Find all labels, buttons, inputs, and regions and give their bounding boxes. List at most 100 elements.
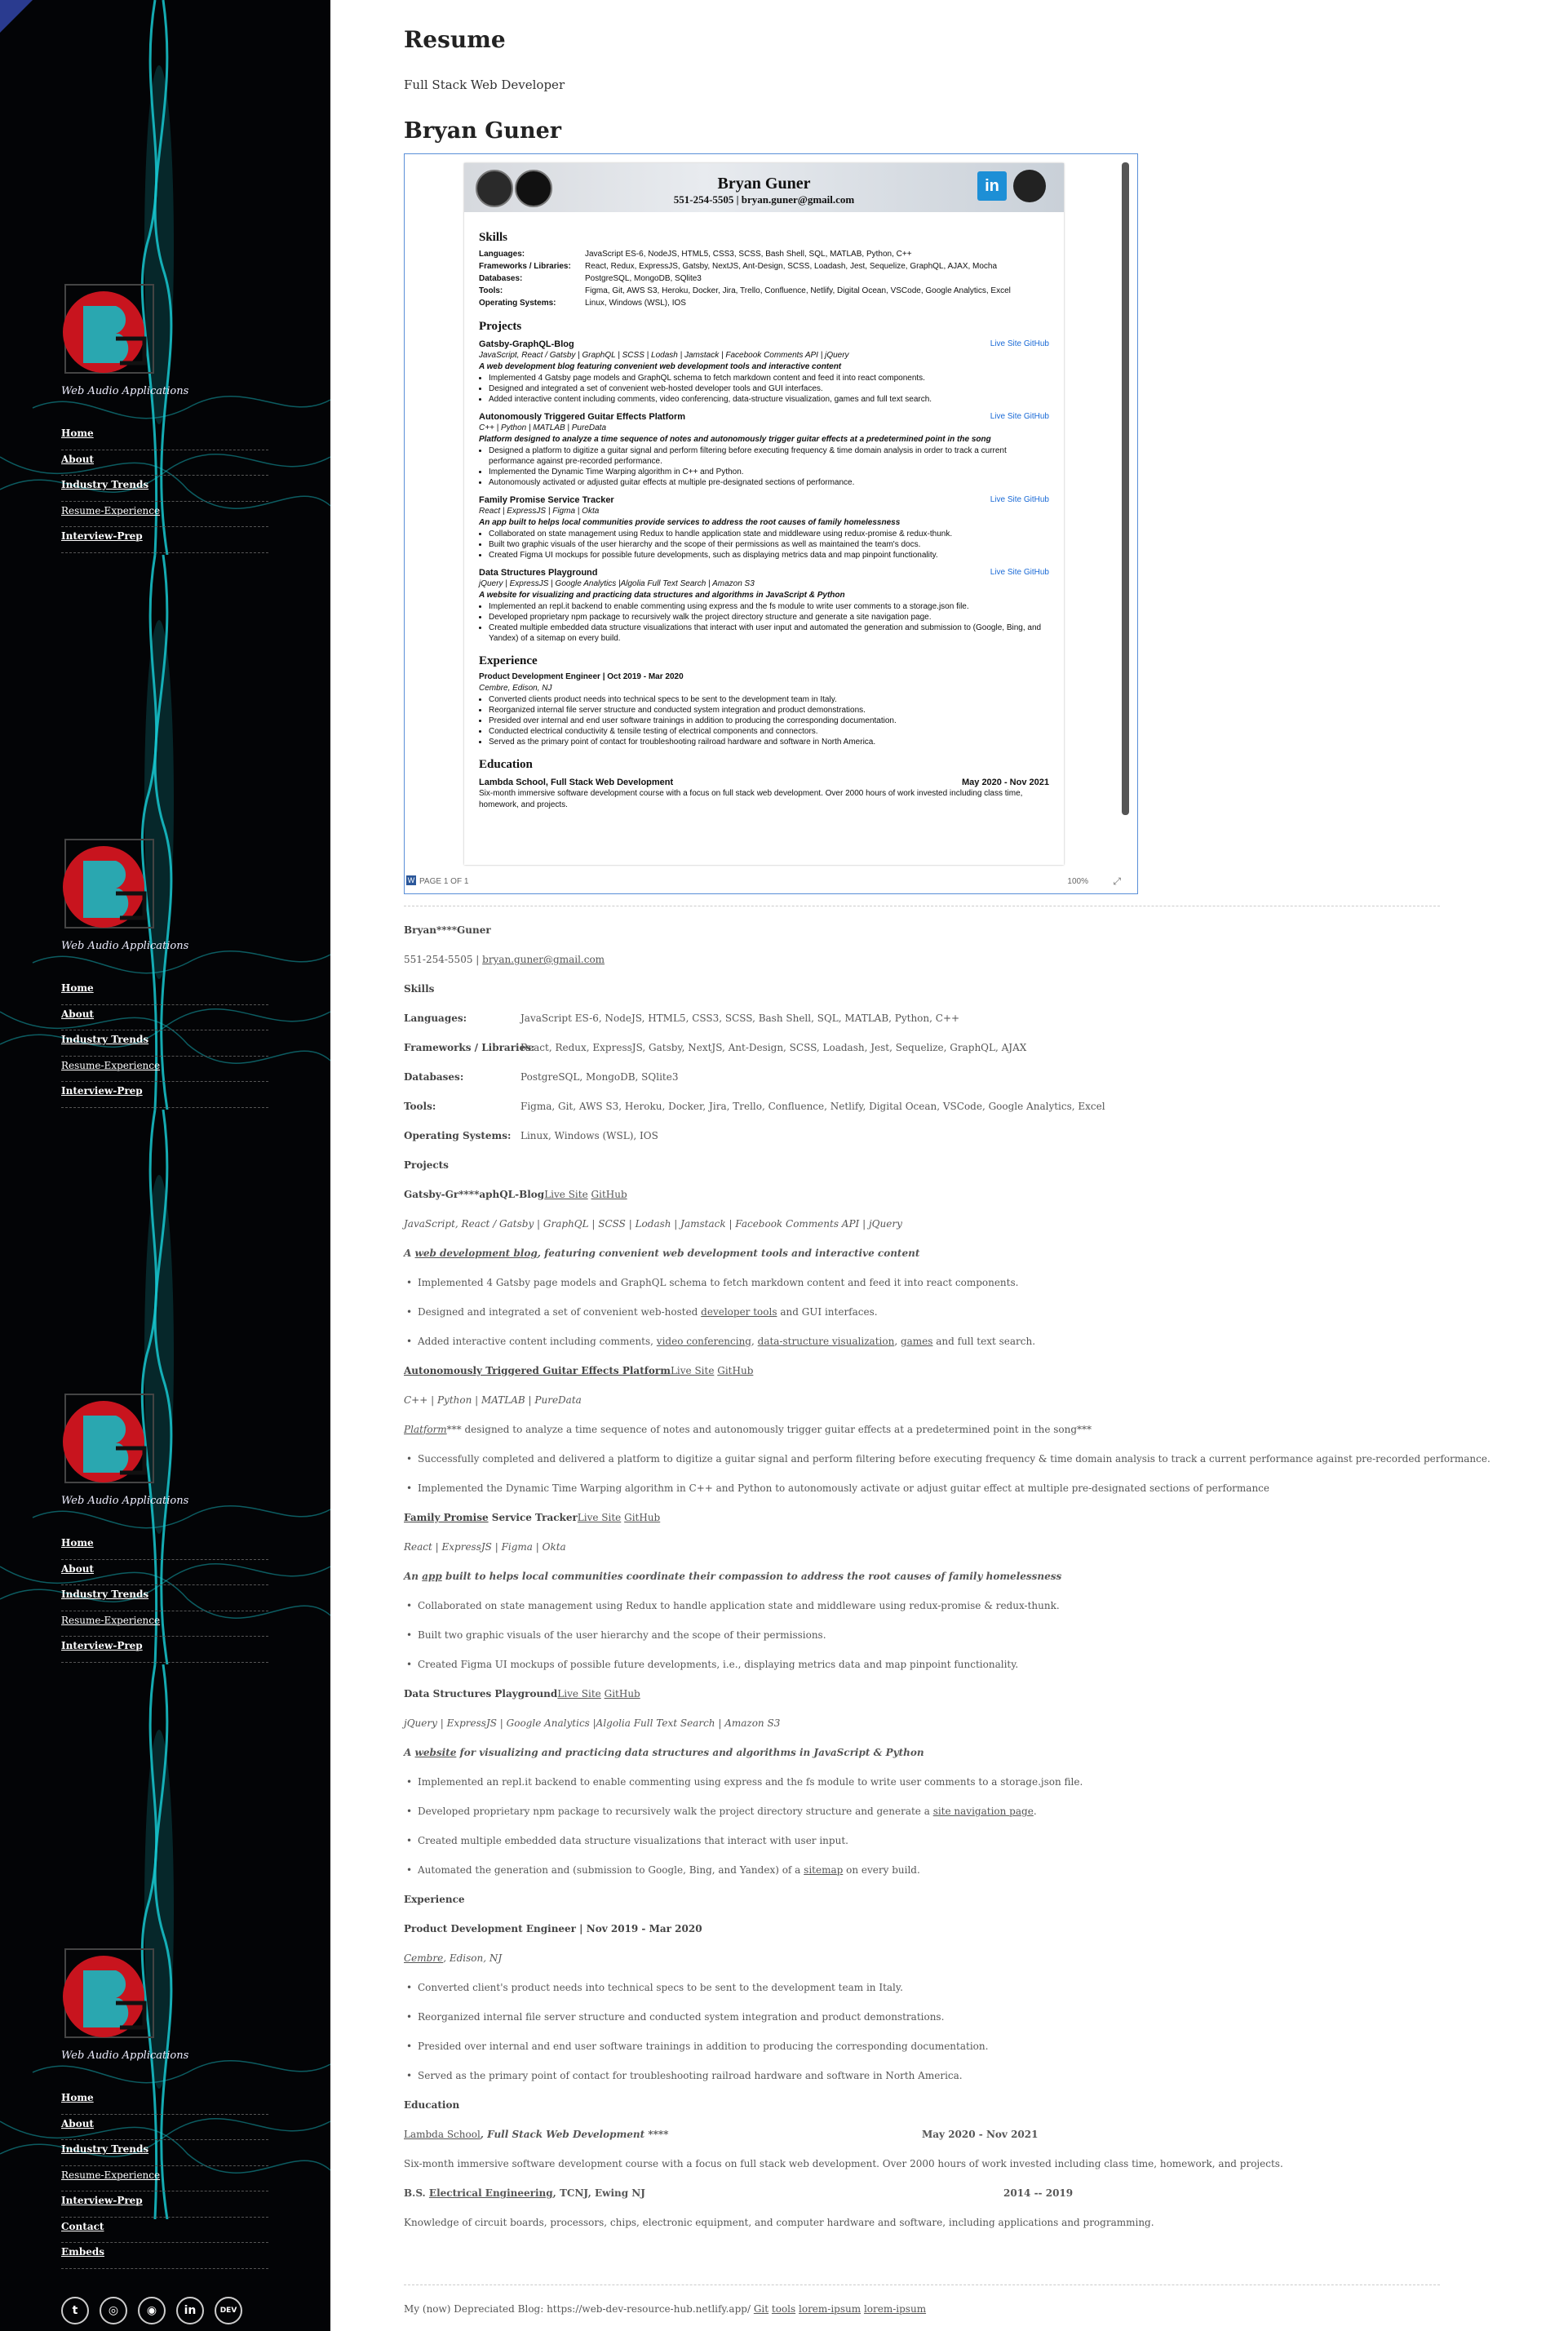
skill-row: Languages: JavaScript ES-6, NodeJS, HTML5… (404, 1010, 959, 1026)
school-link[interactable]: Lambda School (404, 2129, 481, 2140)
doc-project-name[interactable]: Autonomously Triggered Guitar Effects Pl… (479, 411, 685, 423)
lorem-link[interactable]: lorem-ipsum (799, 2303, 861, 2315)
nav-link-contact[interactable]: Contact (61, 2218, 268, 2243)
nav-link-resume-experience[interactable]: Resume-Experience (61, 1611, 268, 1637)
doc-project-links[interactable]: Live Site GitHub (990, 567, 1049, 578)
github-link[interactable]: GitHub (605, 1688, 640, 1700)
nav-link-interview-prep[interactable]: Interview-Prep (61, 1082, 268, 1108)
nav-link-industry-trends[interactable]: Industry Trends (61, 2140, 268, 2166)
github-icon[interactable]: ◉ (138, 2297, 166, 2324)
project-name[interactable]: Autonomously Triggered Guitar Effects Pl… (404, 1365, 671, 1376)
family-promise-link[interactable]: Family Promise (404, 1512, 489, 1523)
github-link[interactable]: GitHub (717, 1365, 753, 1376)
contact-line: 551-254-5505 | bryan.guner@gmail.com (404, 954, 605, 965)
site-logo-icon[interactable] (59, 836, 157, 934)
site-logo-icon[interactable] (59, 1946, 157, 2044)
doc-project-links[interactable]: Live Site GitHub (990, 339, 1049, 350)
degree-line: B.S. Electrical Engineering, TCNJ, Ewing… (404, 2187, 645, 2199)
nav-link-about[interactable]: About (61, 1560, 268, 1585)
doc-bullet: Collaborated on state management using R… (489, 529, 1049, 539)
doc-school[interactable]: Lambda School, Full Stack Web Developmen… (479, 777, 673, 788)
sitemap-link[interactable]: sitemap (804, 1864, 843, 1876)
doc-project-stack: jQuery | ExpressJS | Google Analytics |A… (479, 579, 755, 588)
nav-link-industry-trends[interactable]: Industry Trends (61, 1030, 268, 1057)
ds-viz-link[interactable]: data-structure visualization (758, 1336, 895, 1347)
document-viewer[interactable]: Bryan Guner 551-254-5505 | bryan.guner@g… (404, 153, 1138, 894)
nav-link-about[interactable]: About (61, 450, 268, 476)
nav-link-industry-trends[interactable]: Industry Trends (61, 1585, 268, 1611)
blog-link[interactable]: web development blog (415, 1247, 538, 1259)
nav-link-industry-trends[interactable]: Industry Trends (61, 476, 268, 502)
linkedin-icon[interactable]: in (176, 2297, 204, 2324)
tools-link[interactable]: tools (772, 2303, 795, 2315)
skill-row: Tools: Figma, Git, AWS S3, Heroku, Docker… (404, 1098, 1105, 1115)
skill-label: Tools: (404, 1101, 436, 1112)
nav-link-interview-prep[interactable]: Interview-Prep (61, 2191, 268, 2218)
nav-link-home[interactable]: Home (61, 2089, 268, 2115)
skill-value: PostgreSQL, MongoDB, SQlite3 (520, 1071, 679, 1083)
nav-link-home[interactable]: Home (61, 424, 268, 450)
nav-link-interview-prep[interactable]: Interview-Prep (61, 527, 268, 553)
site-nav-link[interactable]: site navigation page (933, 1806, 1034, 1817)
bullet: Successfully completed and delivered a p… (406, 1451, 1490, 1467)
bullet: Added interactive content including comm… (406, 1333, 1035, 1349)
github-icon[interactable] (1013, 170, 1046, 202)
ee-link[interactable]: Electrical Engineering (429, 2187, 553, 2199)
doc-project-desc: A web development blog featuring conveni… (479, 362, 842, 371)
github-link[interactable]: GitHub (624, 1512, 660, 1523)
doc-project-title: Autonomously Triggered Guitar Effects Pl… (479, 411, 1049, 423)
nav-link-resume-experience[interactable]: Resume-Experience (61, 1057, 268, 1082)
live-site-link[interactable]: Live Site (544, 1189, 587, 1200)
nav-link-home[interactable]: Home (61, 979, 268, 1005)
doc-bullet: Conducted electrical conductivity & tens… (489, 726, 1049, 737)
dev-tools-link[interactable]: developer tools (701, 1306, 777, 1318)
video-link[interactable]: video conferencing (657, 1336, 751, 1347)
company-link[interactable]: Cembre (404, 1952, 443, 1964)
doc-bullet: Designed a platform to digitize a guitar… (489, 445, 1049, 467)
linkedin-icon[interactable]: in (977, 171, 1007, 201)
bullet: Implemented the Dynamic Time Warping alg… (406, 1480, 1269, 1496)
doc-skill-label: Languages: (479, 250, 525, 259)
live-site-link[interactable]: Live Site (557, 1688, 600, 1700)
zoom-level[interactable]: 100% (1067, 877, 1088, 886)
nav-link-resume-experience[interactable]: Resume-Experience (61, 502, 268, 527)
sidebar-nav: Home About Industry Trends Resume-Experienc… (61, 424, 268, 555)
website-link[interactable]: website (415, 1747, 457, 1758)
site-logo-icon[interactable] (59, 1391, 157, 1489)
nav-link-about[interactable]: About (61, 1005, 268, 1030)
games-link[interactable]: games (901, 1336, 932, 1347)
lorem-link[interactable]: lorem-ipsum (864, 2303, 926, 2315)
twitter-icon[interactable]: t (61, 2297, 89, 2324)
email-link[interactable]: bryan.guner@gmail.com (482, 954, 605, 965)
bullet: Automated the generation and (submission… (406, 1862, 920, 1878)
app-link[interactable]: app (422, 1571, 442, 1582)
doc-project-name[interactable]: Gatsby-GraphQL-Blog (479, 339, 574, 350)
doc-name: Bryan Guner (717, 175, 811, 193)
doc-skill-row: Tools: Figma, Git, AWS S3, Heroku, Docker… (479, 285, 1049, 297)
doc-project-links[interactable]: Live Site GitHub (990, 411, 1049, 423)
doc-skill-row: Languages: JavaScript ES-6, NodeJS, HTML5… (479, 248, 1049, 260)
project-stack: jQuery | ExpressJS | Google Analytics |A… (404, 1717, 781, 1729)
doc-bullet: Built two graphic visuals of the user hi… (489, 539, 1049, 550)
doc-project-links[interactable]: Live Site GitHub (990, 494, 1049, 506)
nav-link-home[interactable]: Home (61, 1534, 268, 1560)
doc-skill-value: Figma, Git, AWS S3, Heroku, Docker, Jira… (585, 286, 1011, 295)
live-site-link[interactable]: Live Site (578, 1512, 621, 1523)
doc-project-name[interactable]: Data Structures Playground (479, 567, 597, 578)
fullscreen-icon[interactable]: ⤢ (1113, 875, 1121, 888)
instagram-icon[interactable]: ◎ (100, 2297, 127, 2324)
doc-company[interactable]: Cembre, Edison, NJ (479, 683, 1049, 694)
nav-link-resume-experience[interactable]: Resume-Experience (61, 2166, 268, 2191)
doc-project-name[interactable]: Family Promise Service Tracker (479, 494, 614, 506)
dev-icon[interactable]: DEV (215, 2297, 242, 2324)
doc-school-dates: May 2020 - Nov 2021 (961, 778, 1049, 787)
live-site-link[interactable]: Live Site (671, 1365, 714, 1376)
git-link[interactable]: Git (754, 2303, 768, 2315)
platform-link[interactable]: Platform (404, 1424, 447, 1435)
nav-link-interview-prep[interactable]: Interview-Prep (61, 1637, 268, 1663)
nav-link-about[interactable]: About (61, 2115, 268, 2140)
github-link[interactable]: GitHub (591, 1189, 627, 1200)
nav-link-embeds[interactable]: Embeds (61, 2243, 268, 2269)
site-logo-icon[interactable] (59, 281, 157, 379)
viewer-scrollbar[interactable] (1122, 162, 1129, 815)
